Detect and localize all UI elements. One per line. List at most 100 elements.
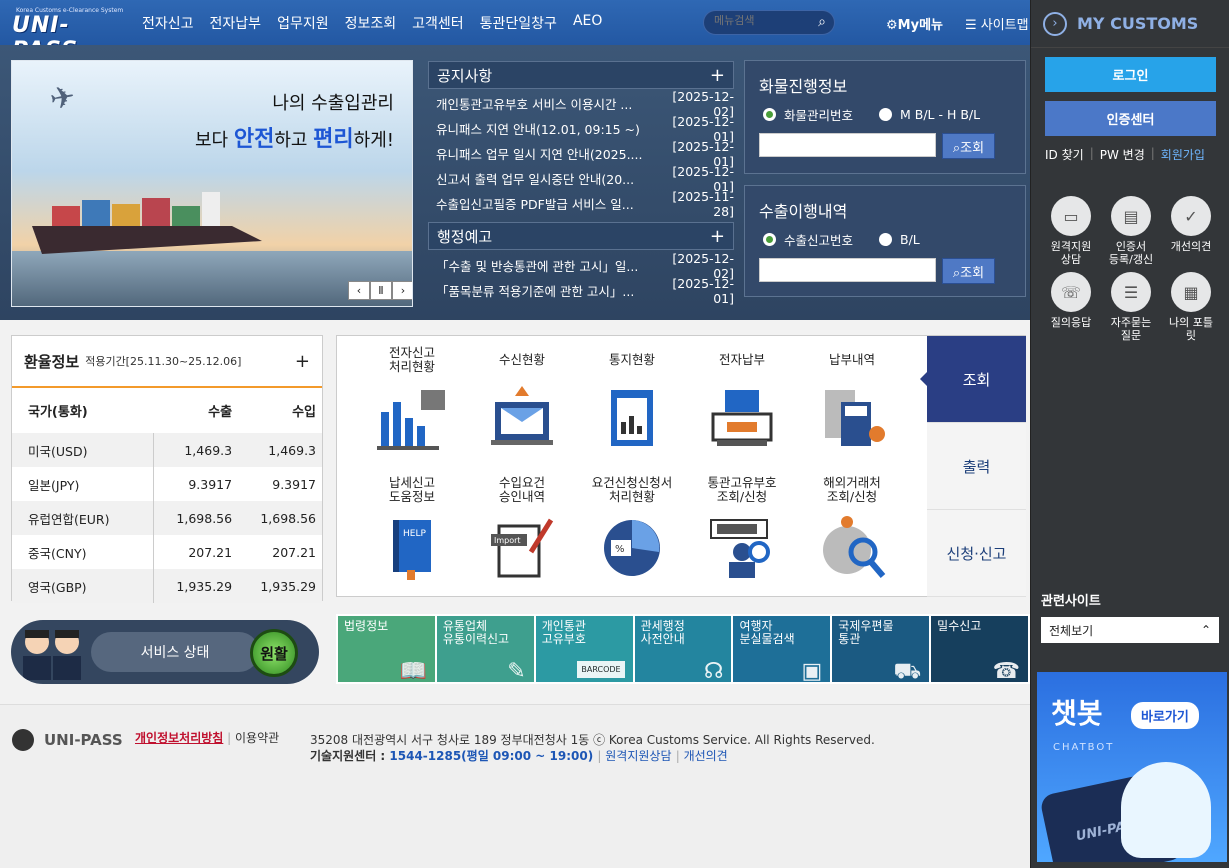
nav-item[interactable]: 통관단일창구	[472, 13, 565, 33]
feedback-link[interactable]: 개선의견	[684, 749, 728, 763]
next-icon[interactable]: ›	[392, 281, 412, 300]
nav-item[interactable]: 전자신고	[134, 13, 202, 33]
my-portlet-item[interactable]: ▦ 나의 포틀 릿	[1161, 272, 1221, 342]
notice-item[interactable]: 수출입신고필증 PDF발급 서비스 일... [2025-11-28]	[428, 189, 734, 219]
tab-inquiry[interactable]: 조회	[920, 336, 1026, 423]
admin-notice-item[interactable]: 「수출 및 반송통관에 관한 고시」일... [2025-12-02]	[428, 251, 734, 281]
remote-support-item[interactable]: ▭ 원격지원 상담	[1041, 196, 1101, 266]
collapse-arrow-icon[interactable]: ›	[1043, 11, 1067, 36]
footer-logo: UNI-PASS	[12, 729, 123, 751]
service-receipt-status[interactable]: 수신현황	[467, 336, 577, 466]
pause-icon[interactable]: Ⅱ	[370, 281, 392, 300]
main-banner[interactable]: ✈ 나의 수출입관리 보다 안전하고 편리하게! ‹ Ⅱ ›	[11, 60, 413, 307]
table-row: 미국(USD) 1,469.3 1,469.3	[12, 433, 322, 467]
cargo-search-button[interactable]: ⌕조회	[942, 133, 995, 159]
bar-chart-icon	[377, 390, 445, 450]
faq-icon: ☰	[1111, 272, 1151, 312]
chatbot-banner[interactable]: 챗봇 CHATBOT 바로가기 UNI-PASS	[1037, 672, 1227, 862]
exchange-title: 환율정보	[24, 352, 80, 371]
banner-line2: 보다 안전하고 편리하게!	[195, 127, 394, 152]
quick-link-personal-code[interactable]: 개인통관 고유부호 BARCODE	[535, 616, 633, 682]
quick-link-customs-guide[interactable]: 관세행정 사전안내 ☊	[634, 616, 732, 684]
qna-item[interactable]: ☏ 질의응답	[1041, 272, 1101, 342]
chatbot-subtitle: CHATBOT	[1053, 742, 1115, 753]
cart-icon: ⛟	[893, 659, 922, 684]
clipboard-chart-icon	[611, 390, 653, 446]
quick-link-lost-items[interactable]: 여행자 분실물검색 ▣	[733, 616, 831, 683]
service-requirement-status[interactable]: 요건신청신청서 처리현황 %	[577, 466, 687, 596]
service-notification-status[interactable]: 통지현황	[577, 336, 687, 466]
feedback-item[interactable]: ✓ 개선의견	[1161, 196, 1221, 266]
service-payment-history[interactable]: 납부내역	[797, 336, 907, 466]
cargo-number-input[interactable]	[759, 133, 936, 157]
export-number-input[interactable]	[759, 258, 936, 282]
prev-icon[interactable]: ‹	[348, 281, 370, 300]
cert-center-button[interactable]: 인증센터	[1045, 101, 1216, 136]
notice-item[interactable]: 유니패스 지연 안내(12.01, 09:15 ~) [2025-12-01]	[428, 114, 734, 144]
export-radio-declaration[interactable]: 수출신고번호	[763, 230, 853, 249]
headset-icon: ☊	[703, 659, 724, 684]
service-tax-help[interactable]: 납세신고 도움정보 HELP	[357, 466, 467, 596]
footer-links: 개인정보처리방침 | 이용약관	[135, 731, 280, 745]
service-overseas-partner[interactable]: 해외거래처 조회/신청	[797, 466, 907, 596]
import-document-icon: Import	[491, 518, 554, 578]
tab-print[interactable]: 출력	[927, 423, 1026, 510]
admin-notice-more-icon[interactable]: +	[710, 226, 725, 247]
quick-link-distribution[interactable]: 유통업체 유통이력신고 ✎	[436, 616, 534, 683]
change-pw-link[interactable]: PW 변경	[1100, 146, 1145, 163]
hamburger-icon: ☰	[965, 18, 981, 33]
notice-more-icon[interactable]: +	[710, 65, 725, 86]
exchange-more-icon[interactable]: +	[295, 351, 310, 372]
cert-register-item[interactable]: ▤ 인증서 등록/갱신	[1101, 196, 1161, 266]
nav-item[interactable]: 전자납부	[202, 13, 270, 33]
notice-item[interactable]: 신고서 출력 업무 일시중단 안내(20... [2025-12-01]	[428, 164, 734, 194]
quick-link-law[interactable]: 법령정보 📖	[338, 616, 435, 683]
sitemap-label: 사이트맵	[980, 18, 1029, 33]
export-title: 수출이행내역	[759, 202, 848, 221]
cargo-radio-bl[interactable]: M B/L - H B/L	[879, 105, 980, 124]
quick-links: 법령정보 📖 유통업체 유통이력신고 ✎ 개인통관 고유부호 BARCODE 관세행정…	[336, 614, 1030, 684]
svg-text:Import: Import	[494, 536, 521, 545]
service-customs-code[interactable]: 통관고유부호 조회/신청	[687, 466, 797, 596]
footer-address: 35208 대전광역시 서구 청사로 189 정부대전청사 1동 ⓒ Korea…	[310, 733, 875, 747]
notice-title: 공지사항	[437, 66, 493, 85]
quick-link-intl-mail[interactable]: 국제우편물 통관 ⛟	[832, 616, 930, 684]
sitemap-button[interactable]: ☰ 사이트맵	[965, 14, 1029, 33]
terms-link[interactable]: 이용약관	[235, 731, 279, 745]
nav-item[interactable]: 고객센터	[404, 13, 472, 33]
service-import-approval[interactable]: 수입요건 승인내역 Import	[467, 466, 577, 596]
my-menu-button[interactable]: ⚙My메뉴	[886, 14, 943, 33]
tab-application[interactable]: 신청·신고	[927, 510, 1026, 597]
chatbot-go-button[interactable]: 바로가기	[1131, 702, 1199, 729]
notice-item[interactable]: 개인통관고유부호 서비스 이용시간 ... [2025-12-02]	[428, 89, 734, 119]
nav-item[interactable]: 업무지원	[269, 13, 337, 33]
quick-link-smuggling-report[interactable]: 밀수신고 ☎	[931, 616, 1029, 683]
find-id-link[interactable]: ID 찾기	[1045, 146, 1084, 163]
hero-section: ✈ 나의 수출입관리 보다 안전하고 편리하게! ‹ Ⅱ › 공지사항 + 개인…	[0, 45, 1030, 320]
svg-text:%: %	[615, 544, 625, 555]
logo[interactable]: Korea Customs e-Clearance System UNI-PAS…	[0, 0, 130, 63]
faq-item[interactable]: ☰ 자주묻는 질문	[1101, 272, 1161, 342]
export-radio-bl[interactable]: B/L	[879, 230, 920, 249]
related-sites-select[interactable]: 전체보기 ⌃	[1041, 617, 1219, 643]
service-e-payment[interactable]: 전자납부	[687, 336, 797, 466]
nav-item[interactable]: AEO	[565, 13, 610, 33]
join-link[interactable]: 회원가입	[1161, 146, 1205, 163]
admin-notice-item[interactable]: 「품목분류 적용기준에 관한 고시」... [2025-12-01]	[428, 276, 734, 306]
cargo-radio-mgmt[interactable]: 화물관리번호	[763, 105, 853, 124]
menu-search-input[interactable]	[714, 15, 806, 27]
service-e-declaration-status[interactable]: 전자신고 처리현황	[357, 336, 467, 466]
portlet-icon: ▦	[1171, 272, 1211, 312]
globe-search-icon	[823, 516, 886, 578]
login-button[interactable]: 로그인	[1045, 57, 1216, 92]
export-search-button[interactable]: ⌕조회	[942, 258, 995, 284]
nav-item[interactable]: 정보조회	[337, 13, 405, 33]
search-icon[interactable]: ⌕	[818, 14, 826, 30]
main-nav: 전자신고 전자납부 업무지원 정보조회 고객센터 통관단일창구 AEO	[134, 13, 610, 33]
banner-line1: 나의 수출입관리	[272, 93, 394, 114]
remote-support-link[interactable]: 원격지원상담	[605, 749, 671, 763]
privacy-link[interactable]: 개인정보처리방침	[135, 731, 223, 745]
barcode-icon: BARCODE	[577, 661, 625, 678]
staff-icon	[23, 630, 81, 680]
notice-item[interactable]: 유니패스 업무 일시 지연 안내(2025.... [2025-12-01]	[428, 139, 734, 169]
